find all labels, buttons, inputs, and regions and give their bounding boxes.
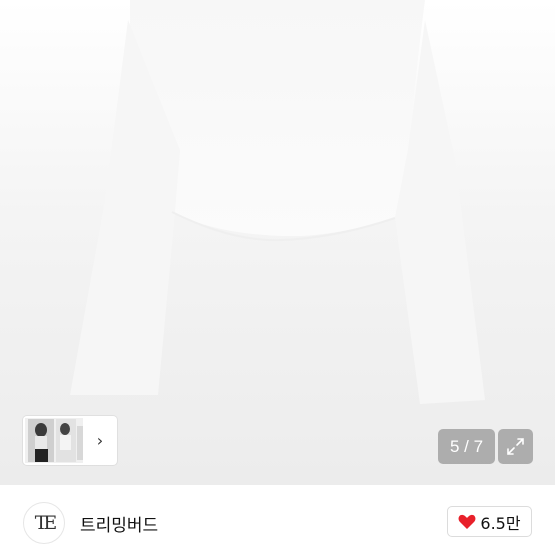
thumbnail-images[interactable]: [25, 418, 83, 463]
expand-button[interactable]: [498, 429, 533, 464]
page-counter: 5 / 7: [438, 429, 495, 464]
chevron-right-icon[interactable]: ›: [83, 431, 117, 450]
product-image[interactable]: [0, 0, 555, 485]
store-name[interactable]: 트리밍버드: [80, 511, 158, 536]
heart-icon: [458, 514, 476, 529]
sweater-illustration: [70, 0, 485, 404]
like-button[interactable]: 6.5만: [447, 506, 532, 537]
like-count: 6.5만: [480, 513, 521, 533]
store-bar: TE 트리밍버드 6.5만: [0, 485, 555, 555]
store-logo[interactable]: TE: [23, 502, 65, 544]
expand-icon: [507, 438, 524, 455]
thumbnail-strip[interactable]: ›: [23, 416, 117, 465]
